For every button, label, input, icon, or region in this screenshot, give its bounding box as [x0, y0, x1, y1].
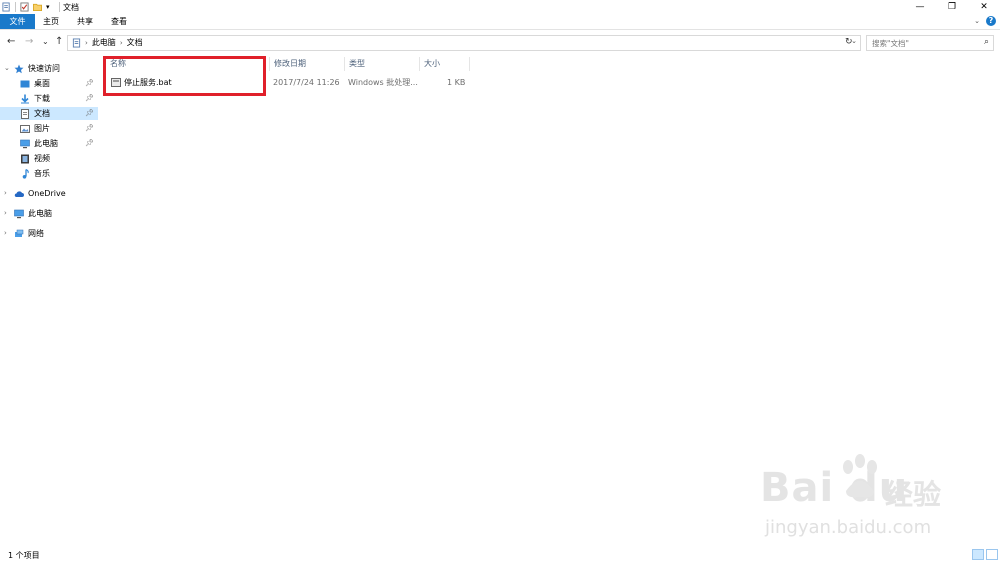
search-icon[interactable]: ⌕	[984, 37, 989, 47]
window-title: 文档	[63, 3, 79, 12]
back-button[interactable]: ←	[7, 36, 15, 47]
computer-icon	[14, 209, 24, 218]
column-size[interactable]: 大小	[420, 57, 470, 71]
up-button[interactable]: ↑	[55, 36, 63, 47]
details-view-icon[interactable]	[972, 549, 984, 560]
chevron-right-icon[interactable]: ›	[4, 227, 12, 240]
pin-icon[interactable]: 📌︎	[85, 137, 94, 150]
document-icon	[72, 38, 81, 47]
tab-view[interactable]: 查看	[104, 14, 134, 29]
nav-label: 视频	[34, 154, 50, 163]
help-icon[interactable]: ?	[986, 16, 996, 26]
nav-network[interactable]: › 网络	[4, 227, 98, 240]
status-bar: 1 个项目	[0, 549, 1000, 563]
nav-item-this-pc-pinned[interactable]: 此电脑 📌︎	[0, 137, 98, 150]
forward-button[interactable]: →	[25, 36, 33, 47]
large-icons-view-icon[interactable]	[986, 549, 998, 560]
window-icon	[2, 2, 10, 12]
star-icon	[14, 64, 24, 73]
computer-icon	[20, 139, 30, 148]
pin-icon[interactable]: 📌︎	[85, 92, 94, 105]
music-icon	[22, 168, 29, 179]
quick-access-toolbar: ▾	[2, 1, 60, 13]
file-type: Windows 批处理...	[348, 78, 418, 87]
nav-this-pc[interactable]: › 此电脑	[4, 207, 98, 220]
nav-label: OneDrive	[28, 189, 66, 198]
nav-label: 快速访问	[28, 64, 60, 73]
breadcrumb: › 此电脑 › 文档	[72, 37, 143, 48]
chevron-down-icon[interactable]: ⌄	[4, 62, 12, 75]
column-type[interactable]: 类型	[345, 57, 420, 71]
download-icon	[21, 94, 29, 103]
item-count: 1 个项目	[8, 551, 40, 560]
column-modified[interactable]: 修改日期	[270, 57, 345, 71]
minimize-button[interactable]: —	[904, 0, 936, 14]
restore-button[interactable]: ❐	[936, 0, 968, 14]
pin-icon[interactable]: 📌︎	[85, 77, 94, 90]
nav-item-documents[interactable]: 文档 📌︎	[0, 107, 98, 120]
close-button[interactable]: ✕	[968, 0, 1000, 14]
watermark-url: jingyan.baidu.com	[765, 517, 932, 538]
network-icon	[15, 229, 24, 237]
properties-icon[interactable]	[20, 2, 29, 12]
pin-icon[interactable]: 📌︎	[85, 107, 94, 120]
document-icon	[21, 108, 29, 119]
chevron-right-icon[interactable]: ›	[120, 39, 123, 47]
nav-label: 图片	[34, 124, 50, 133]
tab-file[interactable]: 文件	[0, 14, 35, 29]
nav-label: 音乐	[34, 169, 50, 178]
chevron-down-icon[interactable]: ⌄	[974, 17, 980, 25]
tab-home[interactable]: 主页	[36, 14, 66, 29]
pin-icon[interactable]: 📌︎	[85, 122, 94, 135]
paw-icon	[843, 454, 877, 498]
nav-label: 桌面	[34, 79, 50, 88]
baidu-watermark: Bai du 经验 jingyan.baidu.com	[760, 454, 980, 545]
nav-item-desktop[interactable]: 桌面 📌︎	[0, 77, 98, 90]
nav-label: 文档	[34, 109, 50, 118]
recent-locations-button[interactable]: ⌄	[42, 37, 49, 46]
desktop-icon	[20, 80, 30, 87]
divider	[15, 2, 16, 12]
customize-qat-icon[interactable]: ▾	[46, 2, 55, 12]
nav-onedrive[interactable]: › OneDrive	[4, 187, 98, 200]
nav-item-downloads[interactable]: 下载 📌︎	[0, 92, 98, 105]
nav-item-pictures[interactable]: 图片 📌︎	[0, 122, 98, 135]
chevron-right-icon[interactable]: ›	[4, 207, 12, 220]
nav-label: 下载	[34, 94, 50, 103]
chevron-right-icon[interactable]: ›	[4, 187, 12, 200]
new-folder-icon[interactable]	[33, 2, 42, 12]
video-icon	[21, 154, 29, 163]
nav-label: 此电脑	[28, 209, 52, 218]
nav-label: 网络	[28, 229, 44, 238]
ribbon: 文件 主页 共享 查看 ⌄ ?	[0, 14, 1000, 30]
address-row: ← → ⌄ ↑ › 此电脑 › 文档 ⌄ ↻ 搜索"文档" ⌕	[0, 33, 1000, 51]
navigation-pane: ⌄ 快速访问 桌面 📌︎ 下载 📌︎ 文档 📌︎ 图片 📌︎ 此电脑 📌︎ 视频…	[0, 55, 100, 545]
divider	[59, 2, 60, 12]
address-bar[interactable]: › 此电脑 › 文档 ⌄	[67, 35, 861, 51]
breadcrumb-this-pc[interactable]: 此电脑	[92, 37, 116, 48]
file-size: 1 KB	[447, 78, 466, 87]
search-placeholder: 搜索"文档"	[872, 39, 909, 48]
cloud-icon	[14, 190, 24, 197]
pictures-icon	[20, 124, 30, 133]
tab-share[interactable]: 共享	[70, 14, 100, 29]
breadcrumb-documents[interactable]: 文档	[127, 37, 143, 48]
chevron-right-icon[interactable]: ›	[85, 39, 88, 47]
nav-label: 此电脑	[34, 139, 58, 148]
search-input[interactable]: 搜索"文档" ⌕	[866, 35, 994, 51]
nav-item-music[interactable]: 音乐	[0, 167, 98, 180]
annotation-highlight-box	[103, 56, 266, 96]
nav-quick-access[interactable]: ⌄ 快速访问	[4, 62, 98, 75]
nav-item-videos[interactable]: 视频	[0, 152, 98, 165]
file-modified: 2017/7/24 11:26	[273, 78, 340, 87]
watermark-cn: 经验	[885, 478, 942, 511]
refresh-button[interactable]: ↻	[845, 37, 853, 47]
title-bar: ▾ 文档 — ❐ ✕	[0, 0, 1000, 14]
